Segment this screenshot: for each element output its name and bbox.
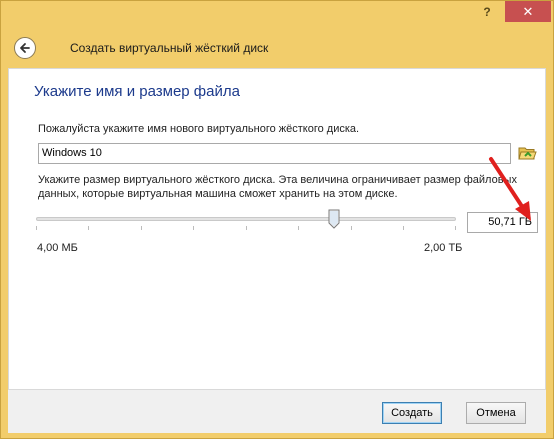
content-pane: Укажите имя и размер файла Пожалуйста ук… <box>8 68 546 390</box>
back-arrow-icon <box>20 43 30 53</box>
red-arrow-icon <box>489 157 531 221</box>
slider-tick <box>455 226 456 230</box>
slider-tick <box>298 226 299 230</box>
slider-tick <box>141 226 142 230</box>
slider-tick <box>88 226 89 230</box>
size-description: Укажите размер виртуального жёсткого дис… <box>38 174 517 200</box>
button-bar: Создать Отмена <box>8 390 546 433</box>
create-button[interactable]: Создать <box>382 402 442 424</box>
slider-tick <box>403 226 404 230</box>
size-slider[interactable] <box>36 209 456 231</box>
wizard-title: Создать виртуальный жёсткий диск <box>70 41 269 55</box>
cancel-button[interactable]: Отмена <box>466 402 526 424</box>
close-button[interactable]: ✕ <box>505 1 551 22</box>
slider-track <box>36 217 456 221</box>
slider-tick <box>193 226 194 230</box>
slider-max-label: 2,00 ТБ <box>424 242 463 254</box>
title-bar: ? ✕ <box>1 1 553 27</box>
slider-tick <box>351 226 352 230</box>
dialog-window: ? ✕ Создать виртуальный жёсткий диск Ука… <box>0 0 554 439</box>
slider-min-label: 4,00 МБ <box>37 242 78 254</box>
disk-name-input[interactable]: Windows 10 <box>38 143 511 164</box>
back-button[interactable] <box>14 37 36 59</box>
help-button[interactable]: ? <box>470 1 504 22</box>
slider-tick <box>246 226 247 230</box>
wizard-header: Создать виртуальный жёсткий диск <box>8 31 546 68</box>
name-description: Пожалуйста укажите имя нового виртуально… <box>38 123 360 135</box>
slider-tick <box>36 226 37 230</box>
slider-thumb[interactable] <box>328 209 340 229</box>
section-title: Укажите имя и размер файла <box>34 83 240 100</box>
